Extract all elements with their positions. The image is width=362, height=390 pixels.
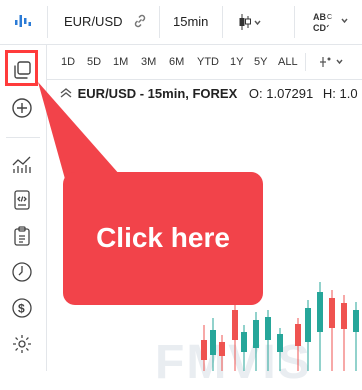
highlight-box	[5, 50, 38, 86]
callout-text: Click here	[96, 222, 230, 253]
